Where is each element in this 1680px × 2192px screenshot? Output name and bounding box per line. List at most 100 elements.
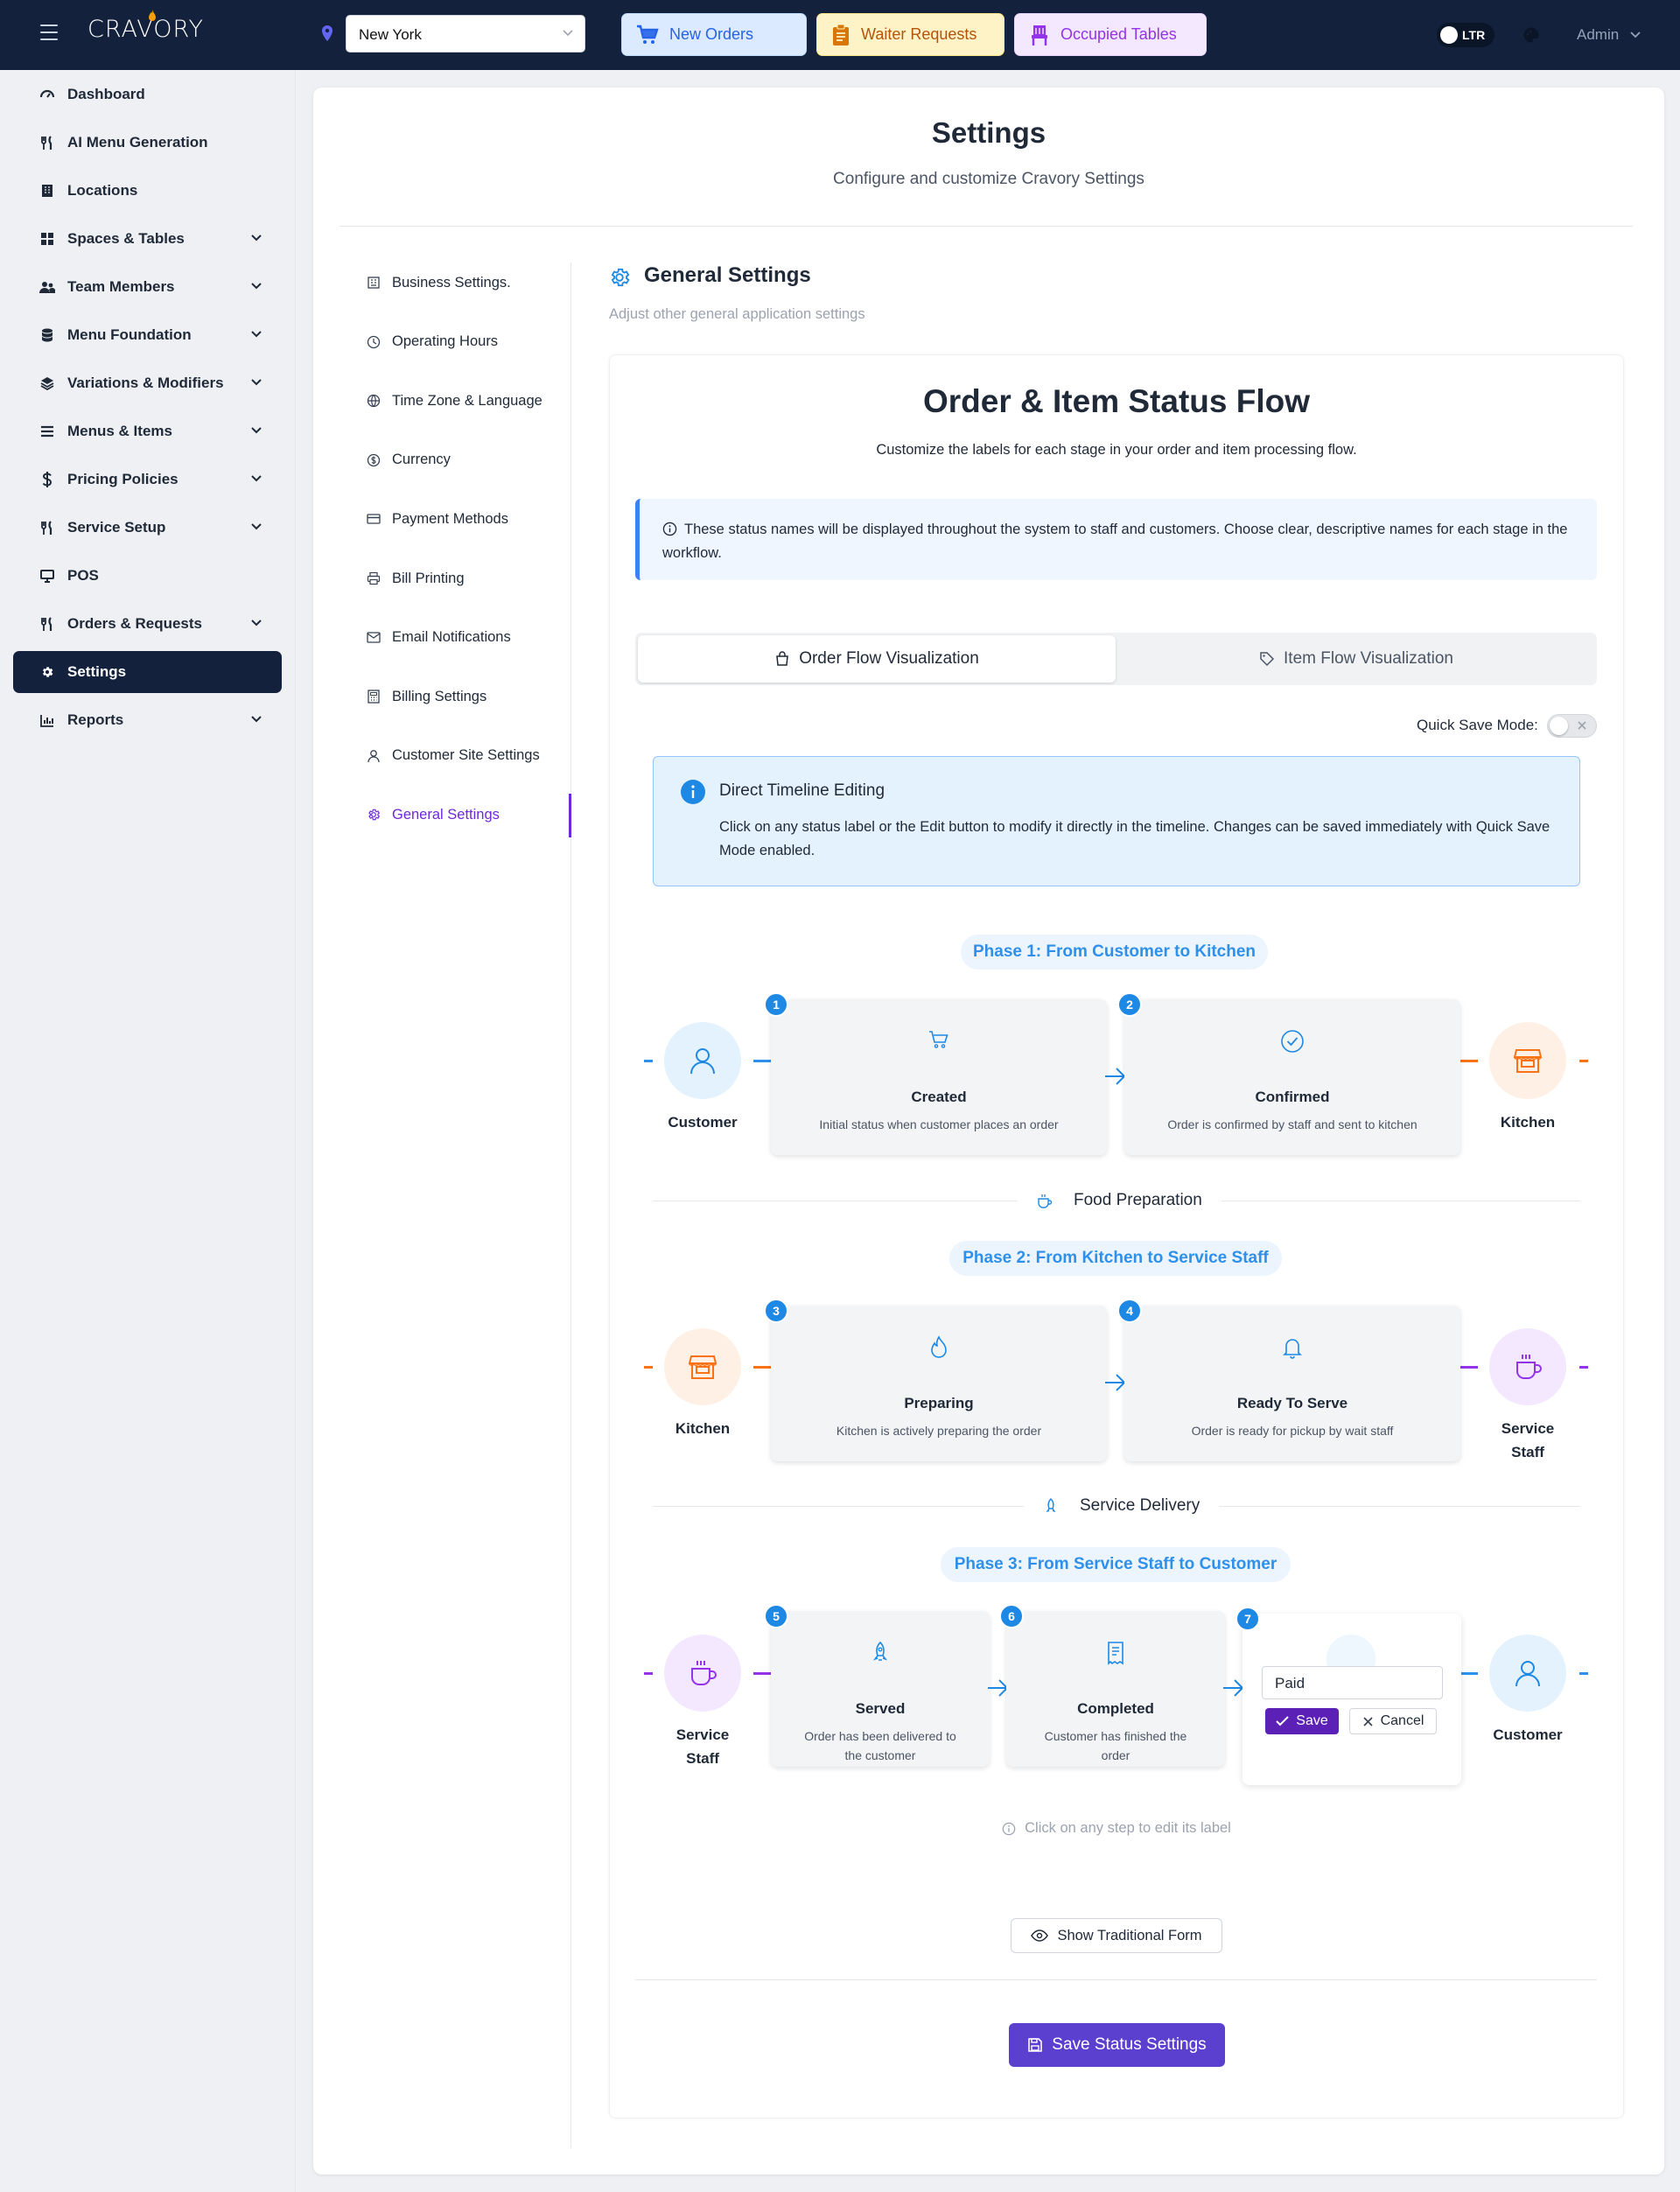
step-title[interactable]: Served: [771, 1700, 990, 1718]
sidebar-item-reports[interactable]: Reports: [13, 699, 282, 741]
connector-line: [753, 1060, 771, 1062]
settings-nav-email-notifications[interactable]: Email Notifications: [366, 625, 567, 651]
show-traditional-form-button[interactable]: Show Traditional Form: [1011, 1918, 1222, 1953]
dollar-icon: [39, 472, 55, 487]
divider: [635, 1979, 1597, 1980]
settings-nav-currency[interactable]: Currency: [366, 447, 567, 473]
sidebar-item-orders-and-requests[interactable]: Orders & Requests: [13, 603, 282, 645]
save-status-settings-button[interactable]: Save Status Settings: [1009, 2023, 1225, 2067]
info-circle-icon: [1002, 1822, 1016, 1835]
step-number-badge: 7: [1236, 1607, 1260, 1631]
palette-icon[interactable]: [1522, 26, 1540, 44]
new-orders-button[interactable]: New Orders: [621, 13, 807, 56]
save-status-settings-label: Save Status Settings: [1052, 2035, 1207, 2054]
tag-icon: [1260, 652, 1275, 667]
step-label-input[interactable]: Paid: [1262, 1666, 1443, 1699]
tab-item-flow[interactable]: Item Flow Visualization: [1118, 635, 1594, 683]
edit-hint-text: Click on any step to edit its label: [1025, 1820, 1231, 1836]
step-title[interactable]: Created: [771, 1089, 1107, 1106]
layers-icon: [39, 376, 55, 390]
customer-endpoint: [664, 1022, 741, 1099]
cancel-button[interactable]: Cancel: [1349, 1708, 1437, 1734]
sidebar-item-menus-and-items[interactable]: Menus & Items: [13, 410, 282, 452]
connector-line: [1579, 1672, 1588, 1675]
settings-nav-label: Time Zone & Language: [392, 392, 542, 409]
edit-hint: Click on any step to edit its label: [609, 1820, 1624, 1837]
save-button[interactable]: Save: [1265, 1708, 1339, 1734]
sidebar-item-team-members[interactable]: Team Members: [13, 266, 282, 308]
sidebar-item-settings[interactable]: Settings: [13, 651, 282, 693]
settings-nav-bill-printing[interactable]: Bill Printing: [366, 565, 567, 592]
chevron-down-icon: [563, 30, 573, 37]
step-title[interactable]: Confirmed: [1124, 1089, 1460, 1106]
sidebar-item-service-setup[interactable]: Service Setup: [13, 507, 282, 549]
status-step-created[interactable]: Created Initial status when customer plac…: [771, 999, 1107, 1155]
step-title[interactable]: Ready To Serve: [1124, 1395, 1460, 1412]
connector-line: [1579, 1060, 1588, 1062]
status-step-confirmed[interactable]: Confirmed Order is confirmed by staff and…: [1124, 999, 1460, 1155]
app-logo[interactable]: CRAVORY: [88, 16, 204, 43]
rocket-icon: [771, 1641, 990, 1665]
phase-3-title: Phase 3: From Service Staff to Customer: [941, 1547, 1291, 1582]
step-number-badge: 5: [764, 1604, 788, 1628]
waiter-requests-button[interactable]: Waiter Requests: [816, 13, 1004, 56]
settings-nav-payment-methods[interactable]: Payment Methods: [366, 506, 567, 532]
sidebar-item-label: Locations: [67, 182, 138, 199]
settings-nav-operating-hours[interactable]: Operating Hours: [366, 329, 567, 355]
sidebar-item-label: Menu Foundation: [67, 326, 192, 343]
building-icon: [366, 276, 382, 290]
connector-line: [753, 1366, 771, 1369]
settings-nav-label: Billing Settings: [392, 688, 487, 704]
sidebar-item-pricing-policies[interactable]: Pricing Policies: [13, 459, 282, 501]
sidebar-item-locations[interactable]: Locations: [13, 170, 282, 212]
save-label: Save: [1296, 1713, 1328, 1728]
tab-order-flow-label: Order Flow Visualization: [799, 649, 979, 668]
occupied-tables-button[interactable]: Occupied Tables: [1014, 13, 1207, 56]
cancel-label: Cancel: [1380, 1713, 1424, 1728]
status-step-completed[interactable]: Completed Customer has finished the order: [1006, 1611, 1225, 1767]
user-menu[interactable]: Admin: [1577, 26, 1642, 44]
sidebar-item-dashboard[interactable]: Dashboard: [13, 74, 282, 116]
cart-icon: [637, 25, 659, 44]
quick-save-toggle[interactable]: [1547, 714, 1597, 738]
sidebar-item-variations-and-modifiers[interactable]: Variations & Modifiers: [13, 362, 282, 404]
separator-label: Service Delivery: [1080, 1496, 1200, 1515]
settings-nav-general-settings[interactable]: General Settings: [366, 802, 567, 828]
location-select[interactable]: New York: [346, 15, 585, 53]
chevron-down-icon: [1630, 32, 1641, 39]
rocket-icon: [1043, 1498, 1059, 1514]
step-7-edit-card[interactable]: Paid Save Cancel: [1242, 1614, 1461, 1785]
sidebar-item-pos[interactable]: POS: [13, 555, 282, 597]
sidebar-item-spaces-and-tables[interactable]: Spaces & Tables: [13, 218, 282, 260]
settings-nav-label: Operating Hours: [392, 333, 499, 350]
direction-toggle[interactable]: LTR: [1437, 23, 1494, 47]
settings-nav-label: Business Settings.: [392, 274, 511, 291]
check-icon: [1276, 1716, 1289, 1726]
settings-nav-time-zone-and-language[interactable]: Time Zone & Language: [366, 388, 567, 414]
connector-line: [1460, 1366, 1478, 1369]
settings-nav-customer-site-settings[interactable]: Customer Site Settings: [366, 743, 567, 769]
settings-nav-label: Email Notifications: [392, 629, 511, 646]
menu-toggle-icon[interactable]: [40, 25, 58, 40]
step-title[interactable]: Completed: [1006, 1700, 1225, 1718]
status-step-preparing[interactable]: Preparing Kitchen is actively preparing t…: [771, 1306, 1107, 1461]
settings-nav-business-settings[interactable]: Business Settings.: [366, 270, 567, 296]
status-step-ready-to-serve[interactable]: Ready To Serve Order is ready for pickup …: [1124, 1306, 1460, 1461]
user-icon: [1513, 1658, 1543, 1688]
status-step-served[interactable]: Served Order has been delivered to the cu…: [771, 1611, 990, 1767]
sidebar-item-ai-menu-generation[interactable]: AI Menu Generation: [13, 122, 282, 164]
step-title[interactable]: Preparing: [771, 1395, 1107, 1412]
flow-tabs: Order Flow Visualization Item Flow Visua…: [635, 633, 1597, 685]
page-subtitle: Configure and customize Cravory Settings: [833, 170, 1144, 188]
sidebar-item-menu-foundation[interactable]: Menu Foundation: [13, 314, 282, 356]
customer-endpoint: [1489, 1635, 1566, 1712]
sidebar-item-label: Dashboard: [67, 86, 145, 102]
clock-icon: [366, 335, 382, 349]
kitchen-endpoint: [664, 1328, 741, 1405]
coffee-icon: [1037, 1193, 1053, 1208]
flame-icon: [771, 1335, 1107, 1360]
tab-order-flow[interactable]: Order Flow Visualization: [638, 635, 1116, 683]
settings-nav-billing-settings[interactable]: Billing Settings: [366, 683, 567, 710]
phase-2-title: Phase 2: From Kitchen to Service Staff: [949, 1241, 1282, 1276]
settings-nav-label: General Settings: [392, 806, 500, 823]
